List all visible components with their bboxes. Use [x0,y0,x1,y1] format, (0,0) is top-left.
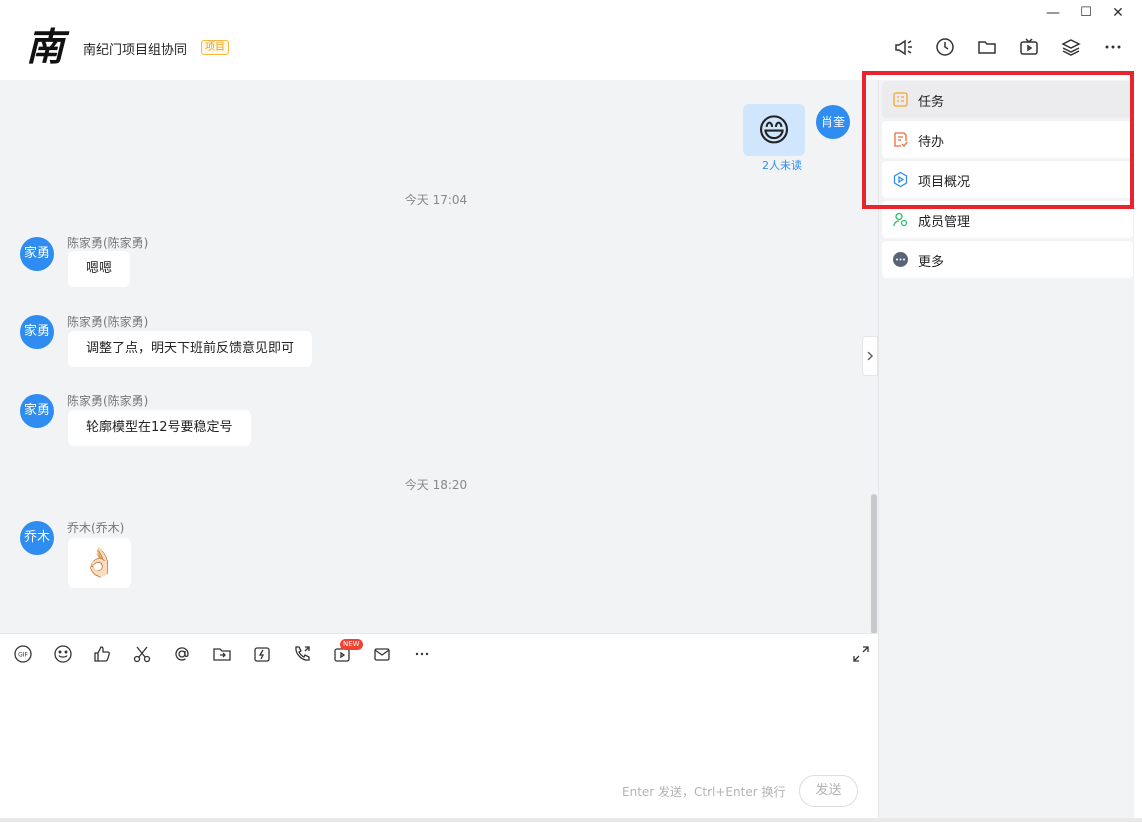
timestamp: 今天 18:20 [404,478,468,492]
panel-item-task[interactable]: 任务 [882,81,1133,118]
sender-avatar[interactable]: 乔木 [20,521,54,555]
call-icon[interactable] [292,644,312,664]
self-emoji-message[interactable]: 😄 [743,104,805,156]
message-bubble[interactable]: 调整了点，明天下班前反馈意见即可 [68,331,313,367]
panel-item-project-overview[interactable]: 项目概况 [882,161,1133,198]
sender-avatar[interactable]: 家勇 [20,394,54,428]
sender-avatar[interactable]: 家勇 [20,237,54,271]
bottom-strip [0,818,1142,822]
chat-scrollbar[interactable] [871,494,877,633]
input-hint: Enter 发送，Ctrl+Enter 换行 [622,785,786,799]
maximize-button[interactable]: ☐ [1077,4,1095,22]
tv-icon[interactable] [1018,36,1040,58]
panel-item-label: 任务 [918,95,945,110]
history-icon[interactable] [934,36,956,58]
expand-icon[interactable] [851,644,871,664]
panel-item-label: 成员管理 [918,215,971,230]
task-icon [892,91,909,108]
more-icon[interactable] [412,644,432,664]
panel-item-label: 待办 [918,135,945,150]
panel-item-more[interactable]: 更多 [882,241,1133,278]
window-edge [1134,70,1142,822]
message-composer: GIF NEW Enter 发送，Ctrl+Enter 换行 发送 [0,633,878,822]
group-logo[interactable]: 南 [26,26,68,68]
send-button[interactable]: 发送 [799,775,858,807]
scissors-icon[interactable] [132,644,152,664]
group-title[interactable]: 南纪门项目组协同 [83,39,187,58]
folder-icon[interactable] [976,36,998,58]
side-panel: 任务 待办 项目概况 成员管理 更多 [878,80,1134,822]
member-icon [892,211,909,228]
todo-icon [892,131,909,148]
panel-item-label: 项目概况 [918,175,971,190]
message-bubble[interactable]: 嗯嗯 [68,251,131,287]
sender-avatar[interactable]: 家勇 [20,315,54,349]
announcement-icon[interactable] [893,36,915,58]
close-button[interactable]: ✕ [1109,4,1127,22]
sender-name: 乔木(乔木) [67,521,125,535]
self-avatar[interactable]: 肖奎 [816,105,850,139]
panel-item-todo[interactable]: 待办 [882,121,1133,158]
panel-item-member[interactable]: 成员管理 [882,201,1133,238]
thumbs-up-icon[interactable] [92,644,112,664]
layers-icon[interactable] [1060,36,1082,58]
more-circle-icon [892,251,909,268]
project-tag: 项目 [201,40,229,55]
new-badge: NEW [340,639,363,650]
app-window: 南 南纪门项目组协同 项目 — ☐ ✕ 😄 肖奎 2人未读 今天 17:04 家… [0,0,1142,822]
sender-name: 陈家勇(陈家勇) [67,394,149,408]
project-overview-icon [892,171,909,188]
sender-name: 陈家勇(陈家勇) [67,236,149,250]
chevron-right-icon [867,351,874,361]
flash-icon[interactable] [252,644,272,664]
gif-icon[interactable]: GIF [13,644,33,664]
panel-toggle-button[interactable] [862,336,878,376]
read-status[interactable]: 2人未读 [762,157,802,173]
more-icon[interactable] [1102,36,1124,58]
at-icon[interactable] [172,644,192,664]
emoji-icon[interactable] [53,644,73,664]
emoji-message-bubble[interactable]: 👌🏻 [68,538,131,588]
chat-area: 😄 肖奎 2人未读 今天 17:04 家勇 陈家勇(陈家勇) 嗯嗯 家勇 陈家勇… [0,80,878,633]
folder-send-icon[interactable] [212,644,232,664]
svg-text:GIF: GIF [18,652,28,659]
sender-name: 陈家勇(陈家勇) [67,315,149,329]
mail-icon[interactable] [372,644,392,664]
header: 南 南纪门项目组协同 项目 — ☐ ✕ [0,0,1142,80]
panel-item-label: 更多 [918,255,945,270]
minimize-button[interactable]: — [1044,4,1062,22]
message-bubble[interactable]: 轮廓模型在12号要稳定号 [68,410,251,446]
timestamp: 今天 17:04 [404,193,468,207]
